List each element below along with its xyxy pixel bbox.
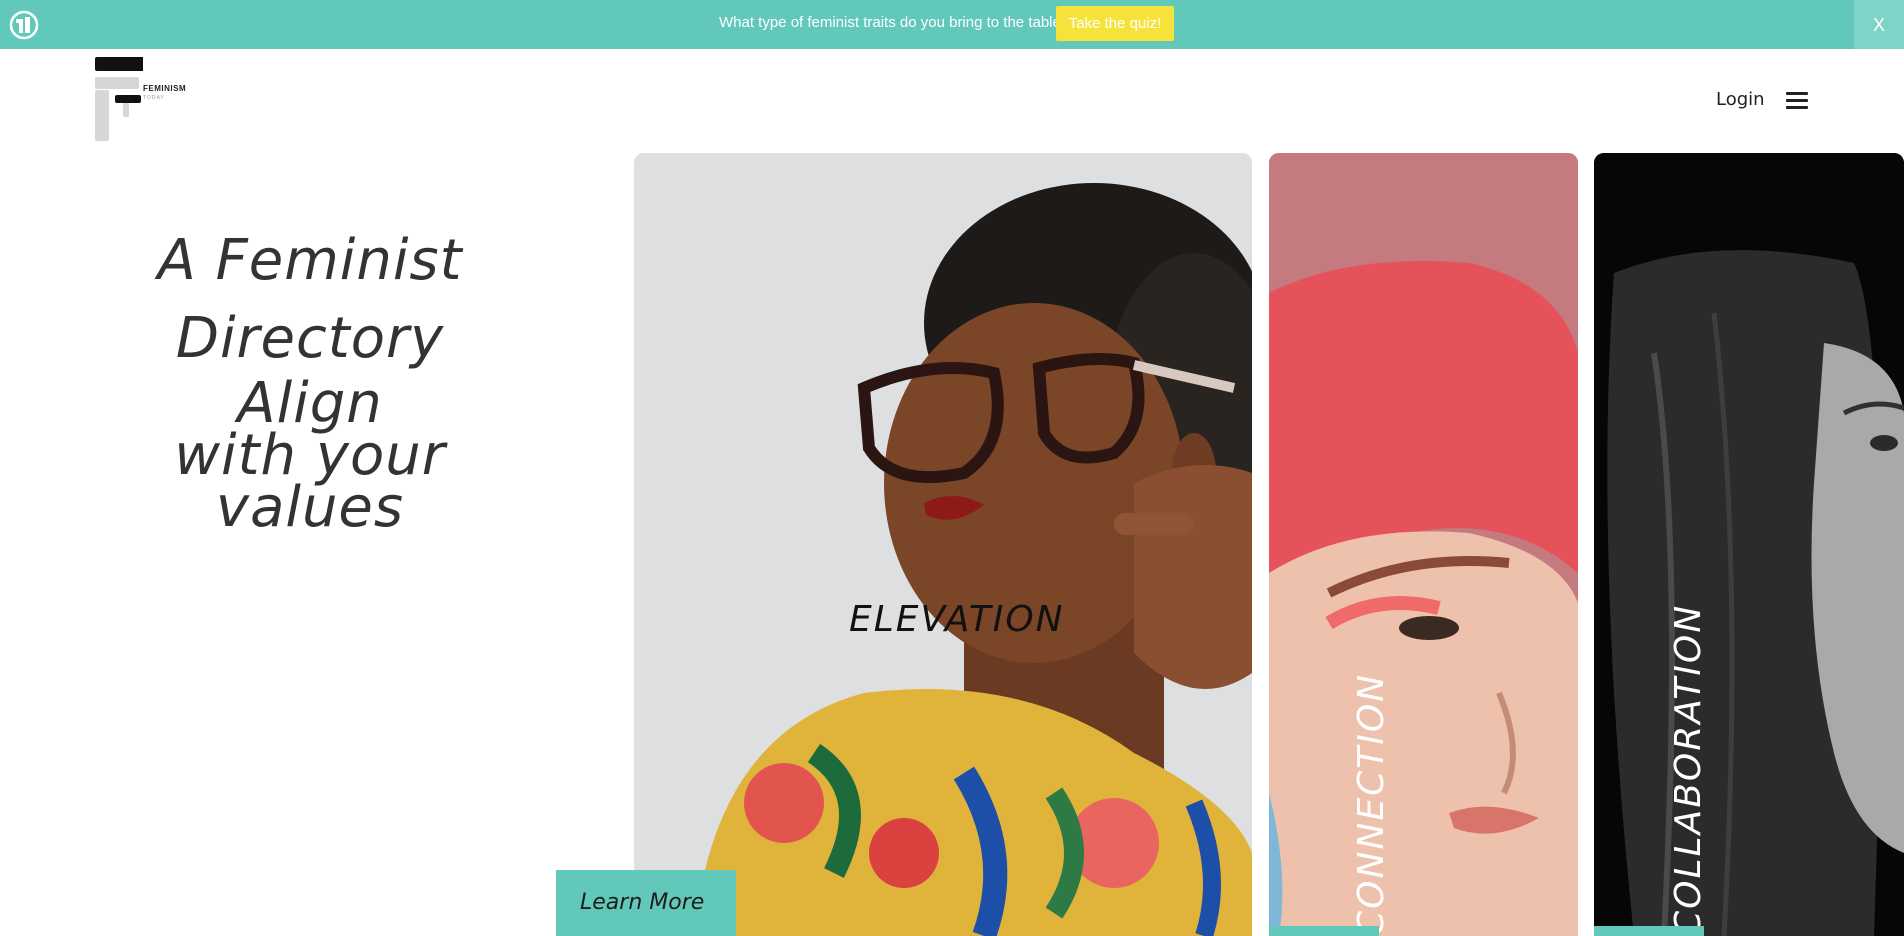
card-collaboration[interactable]: COLLABORATION (1594, 153, 1904, 936)
logo-wordmark: FEMINISM (143, 84, 187, 93)
site-logo[interactable]: FEMINISM TODAY (95, 57, 205, 141)
logo-submark: TODAY (143, 95, 165, 101)
logo-icon (95, 57, 153, 141)
portrait-pink-hair-image (1269, 153, 1578, 936)
card-elevation[interactable]: ELEVATION (634, 153, 1252, 936)
announcement-message: What type of feminist traits do you brin… (719, 14, 1070, 31)
card-tab-connection (1269, 926, 1379, 936)
portrait-glasses-image (634, 153, 1252, 936)
hamburger-menu-icon[interactable] (1786, 92, 1808, 110)
hero-line-4: with your values (174, 423, 446, 540)
login-link[interactable]: Login (1716, 89, 1765, 110)
card-connection[interactable]: CONNECTION (1269, 153, 1578, 936)
card-label-connection: CONNECTION (1351, 672, 1392, 936)
card-tab-collaboration (1594, 926, 1704, 936)
take-quiz-button[interactable]: Take the quiz! (1056, 6, 1174, 41)
card-label-collaboration: COLLABORATION (1668, 603, 1709, 936)
hero-line-1: A Feminist (157, 228, 463, 293)
card-label-elevation: ELEVATION (849, 599, 1065, 640)
hero-line-2: Directory (175, 306, 445, 371)
announcement-bar: What type of feminist traits do you brin… (0, 0, 1904, 49)
learn-more-button[interactable]: Learn More (556, 870, 736, 936)
close-announcement-button[interactable]: X (1854, 0, 1904, 49)
portrait-monochrome-image (1594, 153, 1904, 936)
hero-heading: A Feminist Directory Align with your val… (90, 222, 530, 540)
brand-info-icon[interactable] (9, 10, 39, 40)
